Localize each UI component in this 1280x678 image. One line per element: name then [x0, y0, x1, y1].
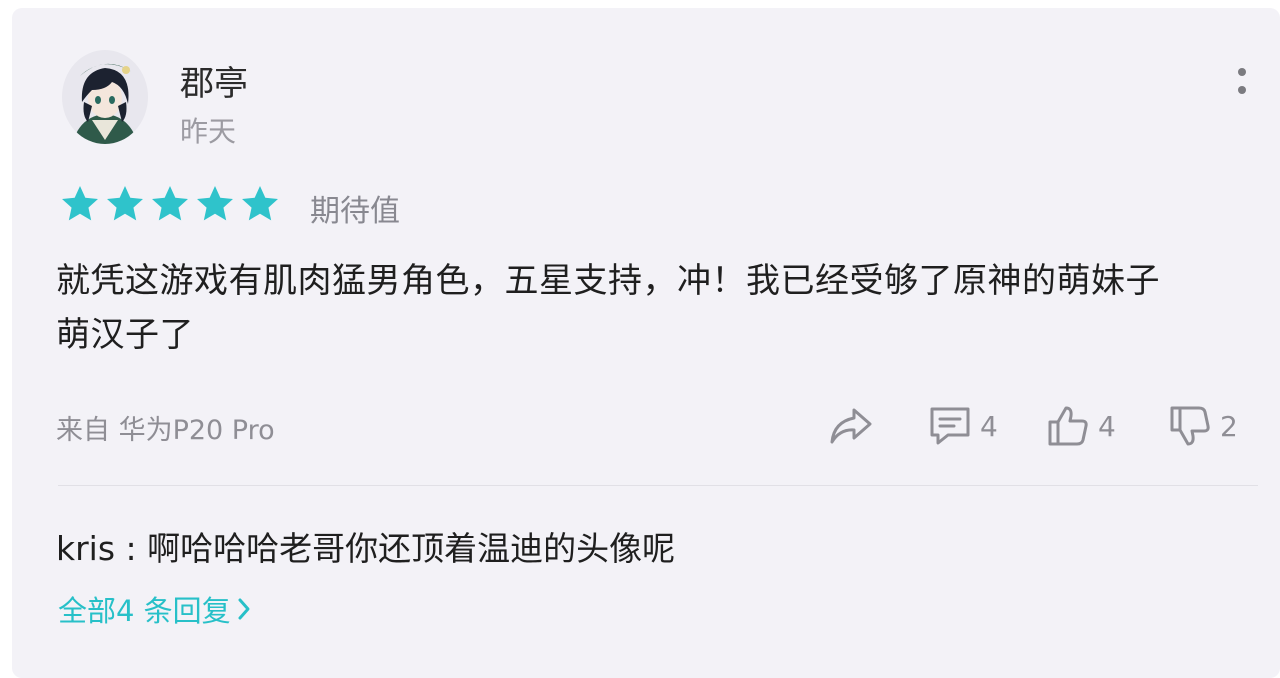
comment-count: 4	[980, 409, 998, 443]
like-button[interactable]: 4	[1046, 402, 1116, 450]
more-dot-icon	[1238, 68, 1246, 76]
review-text: 就凭这游戏有肌肉猛男角色，五星支持，冲！我已经受够了原神的萌妹子 萌汉子了	[56, 254, 1236, 362]
more-dot-icon	[1238, 86, 1246, 94]
avatar-image	[62, 50, 148, 144]
rating-label: 期待值	[310, 194, 400, 229]
share-icon	[830, 408, 872, 444]
star-icon	[62, 186, 98, 221]
star-icon	[107, 186, 143, 221]
avatar[interactable]	[62, 50, 148, 144]
review-text-line: 萌汉子了	[56, 315, 194, 355]
like-count: 4	[1098, 409, 1116, 443]
comment-icon	[930, 407, 970, 445]
star-rating	[58, 182, 282, 226]
review-card: 郡亭 昨天 期待值 就凭这游戏有肌肉猛男角色，五星支持，冲！我已经受够了原神的萌…	[12, 8, 1280, 678]
thumbs-down-icon	[1170, 406, 1210, 446]
username[interactable]: 郡亭	[180, 56, 248, 105]
reply-preview[interactable]: kris : 啊哈哈哈老哥你还顶着温迪的头像呢	[56, 522, 675, 570]
device-label: 来自 华为P20 Pro	[56, 415, 275, 446]
all-replies-link[interactable]: 全部4 条回复	[58, 588, 251, 630]
reply-text: 啊哈哈哈老哥你还顶着温迪的头像呢	[147, 529, 676, 568]
star-icon	[152, 186, 188, 221]
review-text-line: 就凭这游戏有肌肉猛男角色，五星支持，冲！我已经受够了原神的萌妹子	[56, 261, 1160, 301]
reply-author: kris	[56, 529, 116, 568]
post-time: 昨天	[180, 115, 237, 148]
reply-separator: :	[115, 529, 148, 568]
dislike-button[interactable]: 2	[1168, 402, 1238, 450]
more-options-button[interactable]	[1230, 64, 1254, 100]
dislike-count: 2	[1220, 409, 1238, 443]
thumbs-up-icon	[1048, 406, 1088, 446]
comment-button[interactable]: 4	[928, 402, 998, 450]
star-icon	[197, 186, 233, 221]
share-button[interactable]	[828, 402, 874, 450]
chevron-right-icon	[238, 598, 250, 620]
all-replies-label: 全部4 条回复	[58, 594, 231, 628]
divider	[58, 485, 1258, 486]
star-icon	[242, 186, 278, 221]
